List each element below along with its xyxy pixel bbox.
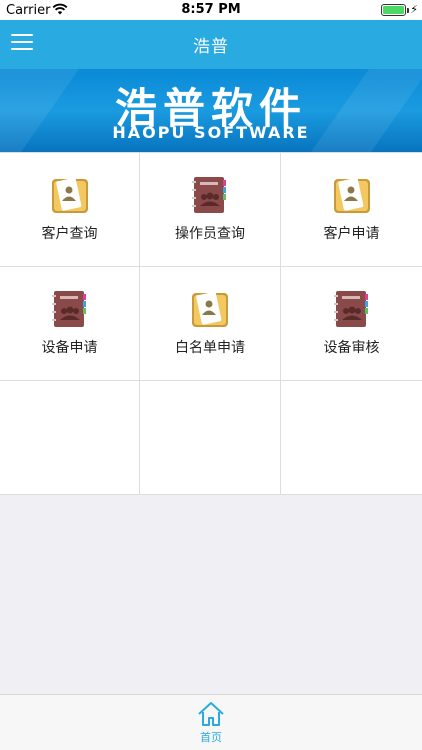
banner: 浩普软件 HAOPU SOFTWARE (0, 69, 422, 152)
tab-bar: 首页 (0, 694, 422, 750)
tab-home-label: 首页 (200, 731, 222, 744)
grid-item-label: 设备审核 (323, 340, 380, 356)
clock: 8:57 PM (181, 2, 241, 17)
battery-fill (383, 6, 404, 14)
clipboard-user-icon (192, 291, 228, 327)
grid-item-customer-query[interactable]: 客户查询 (0, 153, 140, 267)
grid-item-device-apply[interactable]: 设备申请 (0, 267, 140, 381)
grid-item-label: 客户查询 (41, 226, 98, 242)
hamburger-menu-button[interactable] (11, 34, 33, 54)
charging-bolt-icon: ⚡ (410, 3, 418, 16)
menu-line (11, 48, 33, 50)
navigation-bar: 浩普 (0, 20, 422, 69)
battery-icon (381, 4, 409, 16)
status-bar: Carrier 8:57 PM ⚡ (0, 0, 422, 20)
grid-item-customer-apply[interactable]: 客户申请 (281, 153, 422, 267)
grid-item-label: 操作员查询 (175, 226, 245, 242)
menu-line (11, 41, 33, 43)
grid-empty-cell (0, 381, 140, 495)
grid-empty-cell (140, 381, 281, 495)
function-grid: 客户查询 操作员查询 客户申请 设备申请 白名单申请 设备审核 (0, 152, 422, 495)
tab-home[interactable]: 首页 (185, 701, 237, 749)
grid-item-device-review[interactable]: 设备审核 (281, 267, 422, 381)
employee-book-icon (333, 291, 368, 327)
employee-book-icon (51, 291, 86, 327)
page-title: 浩普 (193, 37, 229, 57)
banner-en-title: HAOPU SOFTWARE (112, 123, 310, 142)
battery-tip (407, 8, 409, 13)
employee-book-icon (192, 177, 226, 213)
grid-item-label: 客户申请 (323, 226, 380, 242)
grid-item-label: 白名单申请 (175, 340, 245, 356)
grid-item-label: 设备申请 (41, 340, 98, 356)
grid-item-whitelist-apply[interactable]: 白名单申请 (140, 267, 281, 381)
home-icon (198, 702, 224, 726)
clipboard-user-icon (51, 177, 88, 213)
clipboard-user-icon (333, 177, 370, 213)
menu-line (11, 34, 33, 36)
grid-empty-cell (281, 381, 422, 495)
grid-item-operator-query[interactable]: 操作员查询 (140, 153, 281, 267)
